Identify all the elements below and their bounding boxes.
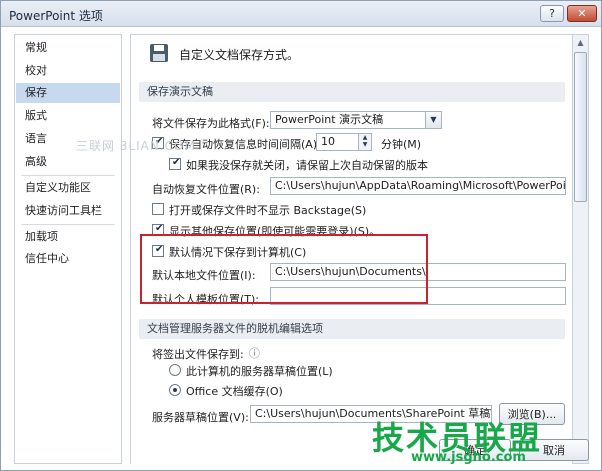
save-checked-out-label: 将签出文件保存到: — [152, 348, 244, 361]
scroll-up-arrow-icon[interactable]: ▲ — [573, 35, 588, 50]
sidebar-item-layout[interactable]: 版式 — [16, 106, 120, 126]
section-heading-offline-editing: 文档管理服务器文件的脱机编辑选项 — [139, 319, 565, 339]
sidebar-item-customize-ribbon[interactable]: 自定义功能区 — [16, 178, 120, 198]
powerpoint-options-dialog: PowerPoint 选项 ? ✕ 常规 校对 保存 版式 语言 高级 自定义功… — [0, 0, 602, 471]
sidebar-item-proofing[interactable]: 校对 — [16, 61, 120, 81]
autorecover-location-input[interactable]: C:\Users\hujun\AppData\Roaming\Microsoft… — [270, 177, 566, 195]
autorecover-location-value: C:\Users\hujun\AppData\Roaming\Microsoft… — [275, 179, 566, 192]
sidebar-item-general[interactable]: 常规 — [16, 38, 120, 58]
radio-selected-dot-icon — [173, 388, 177, 392]
page-header: 自定义文档保存方式。 — [179, 48, 300, 62]
sidebar-item-save[interactable]: 保存 — [16, 83, 120, 103]
autorecover-minutes-value: 10 — [321, 135, 335, 148]
sidebar-item-advanced[interactable]: 高级 — [16, 152, 120, 172]
scroll-thumb[interactable] — [574, 52, 587, 202]
floppy-disk-icon — [150, 44, 168, 62]
close-icon: ✕ — [577, 7, 587, 20]
watermark-url: www.jsgho.com — [411, 450, 526, 465]
spin-arrows-icon[interactable]: ▲ ▼ — [358, 134, 371, 150]
autorecover-minutes-stepper[interactable]: 10 ▲ ▼ — [316, 133, 372, 151]
hide-backstage-checkbox[interactable] — [152, 203, 164, 215]
server-drafts-option-label: 此计算机的服务器草稿位置(L) — [186, 365, 333, 378]
sidebar-divider — [21, 224, 115, 225]
highlight-annotation-box — [140, 234, 428, 304]
office-cache-option-label: Office 文档缓存(O) — [186, 385, 283, 398]
title-bar: PowerPoint 选项 ? ✕ — [1, 1, 601, 27]
close-button[interactable]: ✕ — [567, 5, 597, 22]
autorecover-location-label: 自动恢复文件位置(R): — [152, 183, 260, 196]
chevron-down-icon: ▼ — [425, 112, 441, 128]
hide-backstage-label: 打开或保存文件时不显示 Backstage(S) — [169, 204, 367, 217]
save-format-label: 将文件保存为此格式(F): — [152, 117, 270, 130]
sidebar-item-quick-access-toolbar[interactable]: 快速访问工具栏 — [16, 201, 120, 221]
sidebar-item-add-ins[interactable]: 加载项 — [16, 227, 120, 247]
sidebar-item-trust-center[interactable]: 信任中心 — [16, 249, 120, 269]
window-title: PowerPoint 选项 — [9, 9, 103, 23]
keep-last-version-checkbox[interactable]: ✔ — [169, 157, 181, 170]
sidebar-divider — [21, 175, 115, 176]
checkmark-icon: ✔ — [172, 157, 181, 168]
keep-last-version-label: 如果我没保存就关闭，请保留上次自动保留的版本 — [186, 159, 428, 172]
minutes-label: 分钟(M) — [381, 138, 422, 151]
radio-server-drafts[interactable] — [169, 364, 181, 376]
watermark-text: 三联网 3LIAN.COM — [76, 139, 196, 153]
drafts-location-label: 服务器草稿位置(V): — [152, 411, 249, 424]
options-sidebar: 常规 校对 保存 版式 语言 高级 自定义功能区 快速访问工具栏 加载项 信任中… — [14, 34, 122, 464]
save-format-value: PowerPoint 演示文稿 — [275, 113, 384, 126]
section-heading-save-presentations: 保存演示文稿 — [139, 82, 565, 102]
radio-office-cache[interactable] — [169, 384, 181, 396]
help-icon: ? — [549, 7, 555, 20]
vertical-scrollbar[interactable]: ▲ — [572, 34, 589, 464]
help-button[interactable]: ? — [540, 5, 564, 22]
checkmark-icon: ✔ — [155, 223, 164, 234]
save-format-select[interactable]: PowerPoint 演示文稿 ▼ — [270, 111, 442, 129]
info-icon: ⓘ — [249, 347, 260, 360]
